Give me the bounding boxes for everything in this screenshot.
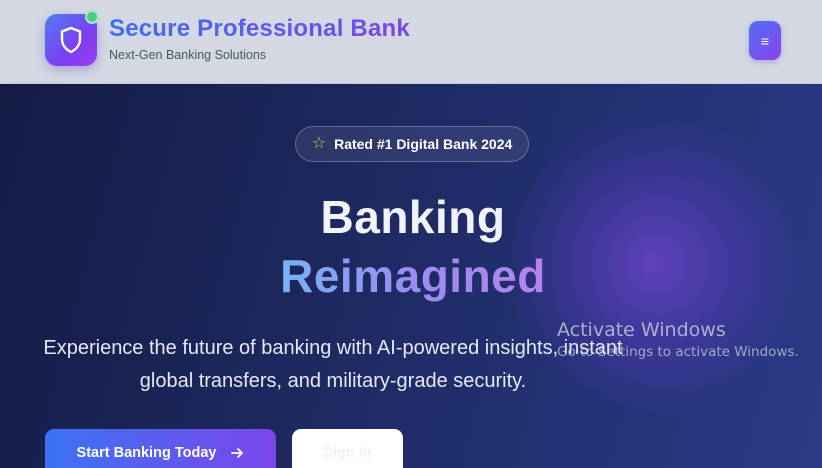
hero-description: Experience the future of banking with AI…: [43, 337, 623, 392]
brand-subtitle: Next-Gen Banking Solutions: [109, 48, 267, 62]
menu-button[interactable]: ≡: [749, 21, 781, 60]
start-banking-label: Start Banking Today: [76, 445, 217, 461]
rating-badge: ☆ Rated #1 Digital Bank 2024: [295, 126, 529, 162]
start-banking-button[interactable]: Start Banking Today: [45, 429, 276, 468]
shield-icon: [60, 26, 82, 54]
hero-headline-gradient-text: Reimagined: [280, 250, 546, 302]
hero-headline-line1: Banking: [320, 191, 506, 243]
top-navbar: Secure Professional Bank Next-Gen Bankin…: [0, 0, 822, 84]
hero-section: ☆ Rated #1 Digital Bank 2024 Banking Rei…: [0, 84, 822, 468]
windows-activation-subtitle: Go to Settings to activate Windows.: [557, 344, 799, 360]
online-status-dot: [85, 10, 99, 24]
star-icon: ☆: [311, 135, 327, 152]
hamburger-icon: ≡: [760, 32, 770, 49]
hero-headline-line2: Reimagined: [0, 249, 822, 303]
rating-badge-text: Rated #1 Digital Bank 2024: [334, 136, 513, 152]
brand-title[interactable]: Secure Professional Bank: [109, 15, 410, 43]
arrow-right-icon: [231, 448, 244, 458]
sign-in-button[interactable]: Sign in: [292, 429, 403, 468]
windows-activation-title: Activate Windows: [557, 319, 726, 341]
sign-in-label: Sign in: [323, 445, 372, 461]
